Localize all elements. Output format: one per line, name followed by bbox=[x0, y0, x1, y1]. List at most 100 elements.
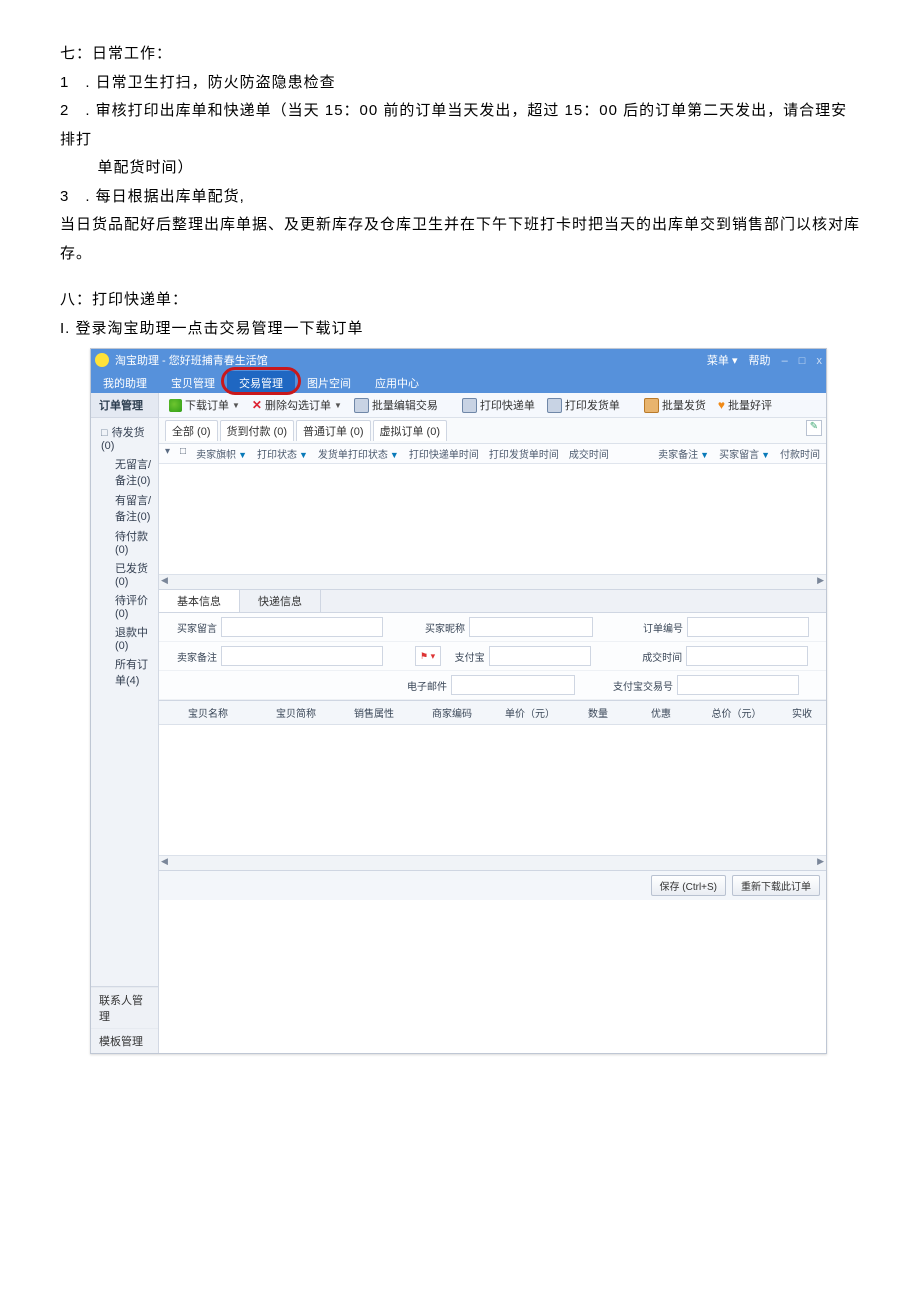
label-deal-time: 成交时间 bbox=[622, 649, 682, 664]
maximize-button[interactable]: □ bbox=[799, 355, 806, 367]
delete-icon: ✕ bbox=[252, 399, 262, 412]
tab-virtual[interactable]: 虚拟订单 (0) bbox=[373, 420, 448, 441]
menu-trade-mgmt[interactable]: 交易管理 bbox=[227, 371, 295, 393]
sidebar-item-pending-ship[interactable]: 待发货(0) bbox=[97, 422, 158, 454]
tab-normal[interactable]: 普通订单 (0) bbox=[296, 420, 371, 441]
close-button[interactable]: x bbox=[817, 355, 823, 367]
flag-selector[interactable]: ⚑ ▾ bbox=[415, 646, 441, 666]
window-title: 淘宝助理 - 您好班捕青春生活馆 bbox=[115, 352, 268, 368]
horizontal-scrollbar[interactable] bbox=[159, 574, 826, 589]
sidebar-header-orders[interactable]: 订单管理 bbox=[91, 393, 158, 418]
col-unit-price[interactable]: 单价（元） bbox=[491, 703, 569, 722]
edit-columns-icon[interactable]: ✎ bbox=[806, 420, 822, 436]
col-qty[interactable]: 数量 bbox=[569, 703, 627, 722]
sidebar-item-all-orders[interactable]: 所有订单(4) bbox=[97, 654, 158, 690]
s7-para-2: 存。 bbox=[60, 240, 860, 269]
batch-edit-button[interactable]: 批量编辑交易 bbox=[350, 396, 442, 414]
col-total[interactable]: 总价（元） bbox=[695, 703, 778, 722]
label-order-no: 订单编号 bbox=[623, 620, 683, 635]
bottom-action-bar: 保存 (Ctrl+S) 重新下载此订单 bbox=[159, 870, 826, 900]
ship-icon bbox=[644, 398, 659, 413]
sidebar-item-pending-pay[interactable]: 待付款(0) bbox=[97, 526, 158, 558]
tab-basic-info[interactable]: 基本信息 bbox=[159, 590, 240, 612]
toolbar: 下载订单▼ ✕删除勾选订单▼ 批量编辑交易 打印快递单 打印发货单 批量发货 ♥… bbox=[159, 393, 826, 418]
minimize-button[interactable]: – bbox=[782, 355, 788, 367]
col-buyer-msg[interactable]: 买家留言▼ bbox=[719, 446, 770, 461]
section-7-title: 七：日常工作： bbox=[60, 40, 860, 69]
download-orders-button[interactable]: 下载订单▼ bbox=[165, 396, 244, 414]
items-horizontal-scrollbar[interactable] bbox=[159, 855, 826, 870]
app-logo-icon bbox=[95, 353, 109, 367]
order-grid-header: ▾ □ 卖家旗帜▼ 打印状态▼ 发货单打印状态▼ 打印快递单时间 打印发货单时间… bbox=[159, 444, 826, 464]
save-button[interactable]: 保存 (Ctrl+S) bbox=[651, 875, 727, 896]
s7-item-2: 2 . 审核打印出库单和快递单（当天 15：00 前的订单当天发出，超过 15：… bbox=[60, 97, 860, 154]
input-order-no[interactable] bbox=[687, 617, 809, 637]
menu-product-mgmt[interactable]: 宝贝管理 bbox=[159, 371, 227, 393]
col-print-status[interactable]: 打印状态▼ bbox=[257, 446, 308, 461]
col-express-time[interactable]: 打印快递单时间 bbox=[409, 446, 479, 461]
batch-ship-button[interactable]: 批量发货 bbox=[640, 396, 710, 414]
sidebar-item-refunding[interactable]: 退款中(0) bbox=[97, 622, 158, 654]
items-grid-body bbox=[159, 725, 826, 855]
menu-my-assistant[interactable]: 我的助理 bbox=[91, 371, 159, 393]
label-email: 电子邮件 bbox=[395, 678, 447, 693]
s8-item-1: I. 登录淘宝助理一点击交易管理一下载订单 bbox=[60, 315, 860, 344]
s7-item-2-cont: 单配货时间） bbox=[60, 154, 860, 183]
sidebar-tree: 待发货(0) 无留言/备注(0) 有留言/备注(0) 待付款(0) 已发货(0)… bbox=[91, 418, 158, 694]
s7-para-1: 当日货品配好后整理出库单据、及更新库存及仓库卫生并在下午下班打卡时把当天的出库单… bbox=[60, 211, 860, 240]
label-alipay: 支付宝 bbox=[445, 649, 485, 664]
sidebar-contacts[interactable]: 联系人管理 bbox=[91, 987, 158, 1028]
print-delivery-button[interactable]: 打印发货单 bbox=[543, 396, 624, 414]
delete-selected-button[interactable]: ✕删除勾选订单▼ bbox=[248, 396, 346, 414]
title-bar: 淘宝助理 - 您好班捕青春生活馆 菜单 ▾ 帮助 – □ x bbox=[91, 349, 826, 371]
col-received[interactable]: 实收 bbox=[778, 703, 826, 722]
input-alipay[interactable] bbox=[489, 646, 591, 666]
redownload-button[interactable]: 重新下载此订单 bbox=[732, 875, 820, 896]
label-buyer-msg: 买家留言 bbox=[165, 620, 217, 635]
sidebar-item-no-msg[interactable]: 无留言/备注(0) bbox=[97, 454, 158, 490]
input-alipay-trade[interactable] bbox=[677, 675, 799, 695]
col-delivery-print[interactable]: 发货单打印状态▼ bbox=[318, 446, 399, 461]
s7-item-3: 3 . 每日根据出库单配货, bbox=[60, 183, 860, 212]
col-item-name[interactable]: 宝贝名称 bbox=[159, 703, 257, 722]
taobao-assistant-window: 淘宝助理 - 您好班捕青春生活馆 菜单 ▾ 帮助 – □ x 我的助理 宝贝管理… bbox=[90, 348, 827, 1054]
input-seller-note[interactable] bbox=[221, 646, 383, 666]
col-sale-attr[interactable]: 销售属性 bbox=[335, 703, 413, 722]
help-button[interactable]: 帮助 bbox=[749, 355, 771, 367]
heart-icon: ♥ bbox=[718, 399, 725, 412]
input-buyer-nick[interactable] bbox=[469, 617, 593, 637]
print-express-button[interactable]: 打印快递单 bbox=[458, 396, 539, 414]
col-delivery-time[interactable]: 打印发货单时间 bbox=[489, 446, 559, 461]
sidebar-item-shipped[interactable]: 已发货(0) bbox=[97, 558, 158, 590]
printer-icon bbox=[462, 398, 477, 413]
col-deal-time[interactable]: 成交时间 bbox=[569, 446, 609, 461]
filter-tabs: 全部 (0) 货到付款 (0) 普通订单 (0) 虚拟订单 (0) ✎ bbox=[159, 418, 826, 444]
items-grid-header: 宝贝名称 宝贝简称 销售属性 商家编码 单价（元） 数量 优惠 总价（元） 实收 bbox=[159, 700, 826, 725]
input-deal-time[interactable] bbox=[686, 646, 808, 666]
download-icon bbox=[169, 399, 182, 412]
col-discount[interactable]: 优惠 bbox=[627, 703, 695, 722]
col-item-short[interactable]: 宝贝简称 bbox=[257, 703, 335, 722]
sidebar-item-pending-review[interactable]: 待评价(0) bbox=[97, 590, 158, 622]
tab-all[interactable]: 全部 (0) bbox=[165, 420, 218, 441]
tab-express-info[interactable]: 快递信息 bbox=[240, 590, 321, 612]
col-sku[interactable]: 商家编码 bbox=[413, 703, 491, 722]
title-bar-controls: 菜单 ▾ 帮助 – □ x bbox=[691, 352, 822, 368]
label-alipay-trade: 支付宝交易号 bbox=[597, 678, 673, 693]
input-email[interactable] bbox=[451, 675, 575, 695]
main-menubar: 我的助理 宝贝管理 交易管理 图片空间 应用中心 bbox=[91, 371, 826, 393]
col-seller-note[interactable]: 卖家备注▼ bbox=[658, 446, 709, 461]
tab-cod[interactable]: 货到付款 (0) bbox=[220, 420, 295, 441]
col-seller-flag[interactable]: 卖家旗帜▼ bbox=[196, 446, 247, 461]
label-buyer-nick: 买家昵称 bbox=[413, 620, 465, 635]
col-checkbox[interactable]: □ bbox=[180, 446, 186, 461]
menu-dropdown[interactable]: 菜单 ▾ bbox=[699, 355, 738, 367]
document-body: 七：日常工作： 1 . 日常卫生打扫，防火防盗隐患检查 2 . 审核打印出库单和… bbox=[60, 40, 860, 343]
menu-image-space[interactable]: 图片空间 bbox=[295, 371, 363, 393]
sidebar-templates[interactable]: 模板管理 bbox=[91, 1028, 158, 1053]
sidebar-item-has-msg[interactable]: 有留言/备注(0) bbox=[97, 490, 158, 526]
menu-app-center[interactable]: 应用中心 bbox=[363, 371, 431, 393]
batch-praise-button[interactable]: ♥批量好评 bbox=[714, 396, 776, 414]
col-pay-time[interactable]: 付款时间 bbox=[780, 446, 820, 461]
input-buyer-msg[interactable] bbox=[221, 617, 383, 637]
